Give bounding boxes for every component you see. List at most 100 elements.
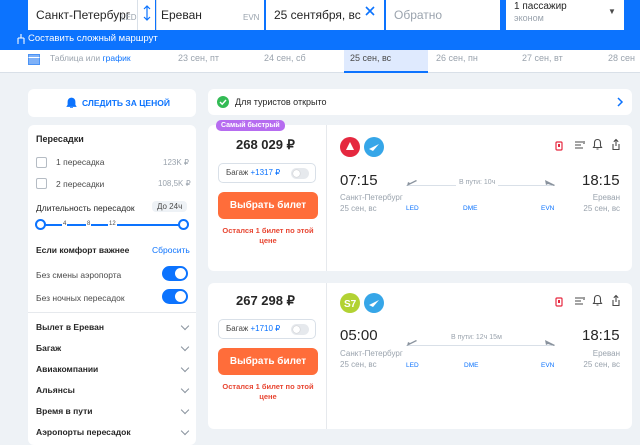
baggage-option[interactable]: Багаж +1710 ₽ (218, 319, 316, 339)
flight-duration: В пути: 12ч 15м (448, 334, 505, 341)
route-line (406, 345, 552, 346)
calendar-icon (28, 54, 40, 65)
date-cell[interactable]: 28 сен (602, 50, 640, 73)
accordion-label: Вылет в Ереван (36, 322, 104, 332)
transfer2-checkbox[interactable] (36, 178, 47, 189)
accordion-airlines[interactable]: Авиакомпании (36, 363, 190, 374)
swap-icon (143, 5, 151, 21)
clear-date-icon[interactable] (364, 5, 376, 17)
accordion-alliances[interactable]: Альянсы (36, 384, 190, 395)
ticket-price: 267 298 ₽ (236, 293, 295, 308)
date-value: 25 сентября, вс (274, 8, 361, 22)
no-airport-change-toggle[interactable] (162, 266, 188, 281)
ticket-card[interactable]: 267 298 ₽ Багаж +1710 ₽ Выбрать билет Ос… (208, 283, 632, 429)
ticket-divider (326, 283, 327, 429)
destination-field[interactable]: Ереван EVN (156, 0, 264, 30)
destination-code: EVN (243, 13, 260, 22)
return-placeholder: Обратно (394, 8, 443, 22)
check-circle-icon (217, 96, 229, 108)
slider-handle-max[interactable] (178, 219, 189, 230)
ticket-divider (326, 125, 327, 271)
reset-link[interactable]: Сбросить (152, 245, 190, 255)
departure-date: 25 сен, вс (340, 360, 377, 369)
arrival-date: 25 сен, вс (583, 360, 620, 369)
duration-value: До 24ч (152, 201, 188, 212)
bell-icon[interactable] (592, 294, 603, 307)
baggage-extra: +1317 ₽ (250, 168, 281, 177)
cashback-icon (555, 297, 563, 307)
comfort-title: Если комфорт важнее (36, 245, 130, 255)
origin-input[interactable]: Санкт-Петербург (36, 4, 130, 26)
baggage-toggle[interactable] (291, 324, 309, 335)
date-cell[interactable]: 26 сен, пн (430, 50, 514, 73)
transfer2-label: 2 пересадки (56, 179, 105, 189)
ticket-card[interactable]: 268 029 ₽ Багаж +1317 ₽ Выбрать билет Ос… (208, 125, 632, 271)
accordion-label: Авиакомпании (36, 364, 99, 374)
origin-field[interactable]: Санкт-Петербург LED (28, 0, 138, 30)
date-cell[interactable]: 23 сен, пт (172, 50, 256, 73)
departure-date: 25 сен, вс (340, 204, 377, 213)
route-icon (17, 34, 25, 44)
chevron-down-icon: ▼ (608, 7, 616, 16)
cabin-class: эконом (514, 13, 544, 23)
track-price-button[interactable]: СЛЕДИТЬ ЗА ЦЕНОЙ (28, 89, 196, 117)
filter-options-icon[interactable] (574, 139, 586, 151)
transfer1-label: 1 пересадка (56, 157, 105, 167)
baggage-extra: +1710 ₽ (250, 324, 281, 333)
chevron-down-icon (180, 363, 190, 373)
slider-handle-min[interactable] (35, 219, 46, 230)
date-cell-selected[interactable]: 25 сен, вс (344, 50, 428, 73)
chevron-down-icon (180, 321, 190, 331)
buy-ticket-button[interactable]: Выбрать билет (218, 348, 318, 375)
accordion-transfer-airports[interactable]: Аэропорты пересадок (36, 426, 190, 437)
ticket-price: 268 029 ₽ (236, 137, 295, 152)
seats-left-note: Остался 1 билет по этой цене (222, 382, 314, 401)
chevron-down-icon (180, 384, 190, 394)
tourists-banner[interactable]: Для туристов открыто (208, 89, 632, 115)
baggage-option[interactable]: Багаж +1317 ₽ (218, 163, 316, 183)
landing-icon (545, 340, 555, 346)
takeoff-icon (407, 180, 417, 186)
airline-logo (364, 293, 384, 313)
complex-route-link[interactable]: Составить сложный маршрут (28, 33, 158, 45)
date-strip: Таблица или график 23 сен, пт 24 сен, сб… (0, 50, 640, 73)
transfer1-price: 123K ₽ (163, 158, 189, 167)
transfers-title: Пересадки (36, 134, 84, 144)
arrival-date: 25 сен, вс (583, 204, 620, 213)
accordion-baggage[interactable]: Багаж (36, 342, 190, 353)
accordion-departure[interactable]: Вылет в Ереван (36, 321, 190, 332)
baggage-toggle[interactable] (291, 168, 309, 179)
arrival-city: Ереван (592, 349, 620, 358)
departure-time: 05:00 (340, 327, 378, 344)
date-cell[interactable]: 27 сен, вт (516, 50, 600, 73)
date-field[interactable]: 25 сентября, вс (266, 0, 384, 30)
baggage-label: Багаж (226, 324, 249, 333)
no-night-label: Без ночных пересадок (36, 293, 125, 303)
no-night-toggle[interactable] (162, 289, 188, 304)
airport-code: DME (464, 362, 479, 369)
share-icon[interactable] (610, 294, 622, 307)
bell-icon[interactable] (592, 138, 603, 151)
search-bar: Санкт-Петербург LED Ереван EVN 25 сентяб… (0, 0, 640, 50)
share-icon[interactable] (610, 138, 622, 151)
return-date-field[interactable]: Обратно (386, 0, 500, 30)
passengers-field[interactable]: 1 пассажир эконом ▼ (506, 0, 624, 30)
date-cell[interactable]: 24 сен, сб (258, 50, 342, 73)
flight-duration: В пути: 10ч (456, 179, 499, 186)
accordion-travel-time[interactable]: Время в пути (36, 405, 190, 416)
duration-title: Длительность пересадок (36, 203, 135, 213)
filter-options-icon[interactable] (574, 295, 586, 307)
swap-button[interactable] (137, 0, 155, 30)
slider-tick: 12 (108, 221, 117, 227)
graph-link[interactable]: график (103, 53, 131, 63)
transfer1-checkbox[interactable] (36, 157, 47, 168)
landing-icon (545, 180, 555, 186)
departure-time: 07:15 (340, 172, 378, 189)
destination-input[interactable]: Ереван (161, 4, 202, 26)
banner-text: Для туристов открыто (235, 97, 327, 107)
bell-icon (66, 97, 77, 108)
airline-logo (364, 137, 384, 157)
buy-ticket-button[interactable]: Выбрать билет (218, 192, 318, 219)
filters-panel (28, 125, 196, 445)
airline-logo (340, 137, 360, 157)
